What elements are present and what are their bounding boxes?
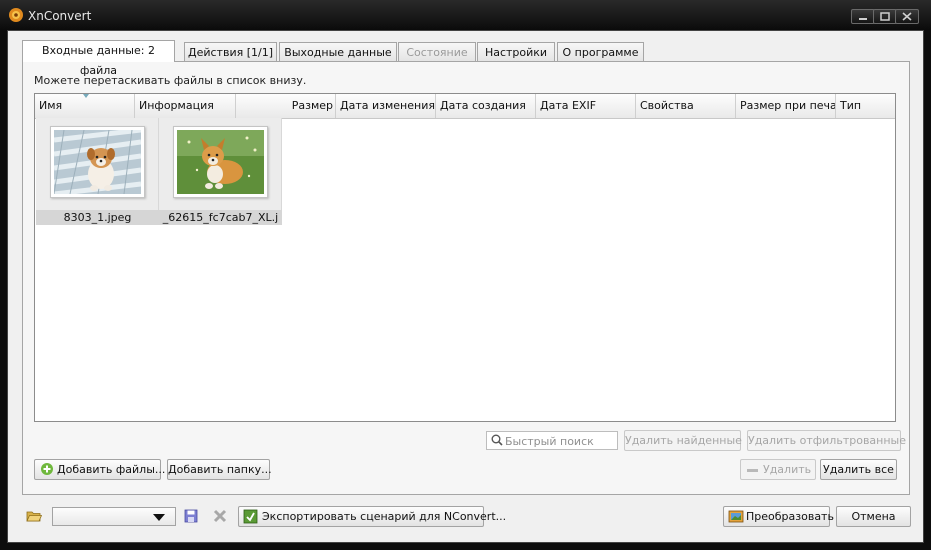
convert-icon [728, 509, 744, 525]
export-script-icon [243, 509, 259, 525]
thumbnail-image [173, 126, 268, 198]
column-header: Имя Информация Размер Дата изменения Дат… [35, 94, 895, 119]
main-client-area: Входные данные: 2 файла Действия [1/1] В… [7, 30, 924, 543]
export-nconvert-button[interactable]: Экспортировать сценарий для NConvert... [238, 506, 506, 527]
file-list[interactable]: Имя Информация Размер Дата изменения Дат… [34, 93, 896, 422]
add-files-button[interactable]: Добавить файлы... [34, 459, 165, 480]
column-created-date[interactable]: Дата создания [436, 94, 536, 118]
title-bar[interactable]: XnConvert [0, 0, 931, 30]
folder-open-icon[interactable] [26, 508, 43, 524]
maximize-icon [880, 12, 890, 21]
convert-button[interactable]: Преобразовать [723, 506, 834, 527]
save-icon[interactable] [184, 509, 200, 525]
file-name-label: 8303_1.jpeg [36, 210, 159, 225]
convert-label: Преобразовать [746, 510, 834, 523]
cancel-button[interactable]: Отмена [836, 506, 911, 527]
column-exif-date[interactable]: Дата EXIF [536, 94, 636, 118]
puppy-on-wooden-deck [54, 130, 141, 194]
file-thumbnail-item[interactable]: 8303_1.jpeg [36, 118, 159, 225]
column-modified-date[interactable]: Дата изменения [336, 94, 436, 118]
quick-search-input[interactable]: Быстрый поиск [486, 431, 618, 450]
delete-icon[interactable] [213, 509, 229, 525]
column-print-size[interactable]: Размер при печа [736, 94, 836, 118]
tab-status: Состояние [398, 42, 476, 61]
preset-select[interactable] [52, 507, 176, 526]
puppy-on-grass [177, 130, 264, 194]
column-type[interactable]: Тип [836, 94, 895, 118]
close-window-button[interactable] [895, 9, 919, 24]
add-files-label: Добавить файлы... [57, 463, 166, 476]
chevron-down-icon [153, 514, 165, 521]
minimize-icon [859, 18, 867, 20]
tab-about[interactable]: О программе [557, 42, 644, 61]
remove-found-button[interactable]: Удалить найденные [624, 430, 742, 451]
add-folder-button[interactable]: Добавить папку... [167, 459, 272, 480]
export-label: Экспортировать сценарий для NConvert... [262, 510, 507, 523]
column-properties[interactable]: Свойства [636, 94, 736, 118]
search-icon [490, 433, 506, 449]
minus-icon [746, 463, 762, 479]
plus-icon [40, 462, 56, 478]
search-placeholder: Быстрый поиск [505, 435, 594, 448]
minimize-button[interactable] [851, 9, 875, 24]
input-panel: Можете перетаскивать файлы в список вниз… [22, 61, 910, 495]
remove-button[interactable]: Удалить [740, 459, 816, 480]
column-size[interactable]: Размер [236, 94, 336, 118]
remove-label: Удалить [763, 463, 812, 476]
drag-drop-hint: Можете перетаскивать файлы в список вниз… [34, 74, 307, 87]
column-info[interactable]: Информация [135, 94, 236, 118]
xnconvert-logo-icon [8, 7, 24, 23]
tab-output[interactable]: Выходные данные [279, 42, 397, 61]
window-title: XnConvert [28, 9, 92, 23]
file-name-label: _62615_fc7cab7_XL.j [159, 210, 282, 225]
app-window: XnConvert Входные данные: 2 файла Действ… [0, 0, 931, 550]
file-thumbnail-item[interactable]: _62615_fc7cab7_XL.j [159, 118, 282, 225]
tab-input[interactable]: Входные данные: 2 файла [22, 40, 175, 77]
remove-all-button[interactable]: Удалить все [820, 459, 897, 480]
close-icon [902, 12, 912, 21]
maximize-button[interactable] [873, 9, 897, 24]
thumbnail-image [50, 126, 145, 198]
remove-filtered-button[interactable]: Удалить отфильтрованные [747, 430, 906, 451]
tab-settings[interactable]: Настройки [477, 42, 555, 61]
sort-indicator-icon [83, 94, 89, 98]
tab-actions[interactable]: Действия [1/1] [184, 42, 277, 61]
